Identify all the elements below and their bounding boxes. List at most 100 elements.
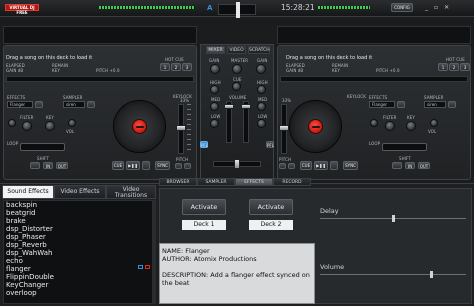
mixer-volume-left[interactable] xyxy=(224,101,234,143)
deck-1-effect-on[interactable] xyxy=(35,101,43,108)
list-item[interactable]: echo xyxy=(6,257,152,265)
deck-2-pitch-down[interactable] xyxy=(279,163,286,169)
deck-2-key2-label: KEY xyxy=(407,115,415,120)
deck-2-effect-select[interactable]: Flanger xyxy=(369,101,395,108)
crossfader[interactable] xyxy=(213,159,261,169)
deck-1-play-button[interactable]: ▶❚❚ xyxy=(126,161,140,170)
volume-slider[interactable] xyxy=(320,271,466,278)
mixer-cue-knob[interactable] xyxy=(232,82,241,91)
mixer-tab-scratch[interactable]: SCRATCH xyxy=(248,46,270,54)
deck-1-hotcue-2[interactable]: 2 xyxy=(171,63,181,71)
deck-2-sampler-select[interactable]: siren xyxy=(424,101,446,108)
deck-1-sampler-play[interactable] xyxy=(87,101,95,108)
deck-1-loop-shift[interactable] xyxy=(30,162,40,169)
deck-2-sampler-vol-knob[interactable] xyxy=(430,119,438,127)
mixer-low-left-knob[interactable] xyxy=(210,119,219,128)
tab-video-effects[interactable]: Video Effects xyxy=(54,185,106,199)
deck-2-loop-in[interactable]: IN xyxy=(405,162,415,169)
deck-1-sync-button[interactable]: SYNC xyxy=(155,161,170,170)
mixer-volume-right[interactable] xyxy=(241,101,251,143)
activate-deck-1-button[interactable]: Activate xyxy=(182,199,226,215)
list-item[interactable]: dsp_Distorter xyxy=(6,225,152,233)
tab-effects[interactable]: EFFECTS xyxy=(235,178,273,186)
deck-2-effect-knob[interactable] xyxy=(370,119,378,127)
mixer-tab-mixer[interactable]: MIXER xyxy=(206,46,225,54)
window-controls[interactable]: _▫✕ xyxy=(425,4,469,12)
deck-1-waveform xyxy=(3,26,197,44)
mixer-master-label: MASTER xyxy=(231,58,249,63)
deck-1-pitch-down[interactable] xyxy=(175,163,182,169)
deck-1-stop-button[interactable] xyxy=(142,161,150,170)
list-item[interactable]: backspin xyxy=(6,201,152,209)
list-item[interactable]: overloop xyxy=(6,289,152,297)
deck-1-hotcue-3[interactable]: 3 xyxy=(182,63,192,71)
deck-1-seekbar[interactable] xyxy=(6,76,194,82)
mixer-master-knob[interactable] xyxy=(232,64,242,74)
deck-2-loop-shift[interactable] xyxy=(392,162,402,169)
activate-deck-2-button[interactable]: Activate xyxy=(249,199,293,215)
mixer-pfl-left[interactable]: PFL xyxy=(200,141,208,148)
tab-sampler[interactable]: SAMPLER xyxy=(197,178,235,186)
deck-1-sampler-select[interactable]: siren xyxy=(63,101,85,108)
deck-2-keylock-pct: 33% xyxy=(282,98,292,103)
deck-2-filter-knob[interactable] xyxy=(385,121,395,131)
deck-1-pitch-up[interactable] xyxy=(184,163,191,169)
list-item[interactable]: dsp_Reverb xyxy=(6,241,152,249)
mixer-med-left-knob[interactable] xyxy=(210,102,219,111)
deck-2-cue-button[interactable]: CUE xyxy=(300,161,312,170)
deck-2-stop-button[interactable] xyxy=(330,161,338,170)
deck-1-vol-label: VOL xyxy=(66,129,75,134)
mixer-high-right-knob[interactable] xyxy=(257,85,266,94)
deck-2-sync-button[interactable]: SYNC xyxy=(343,161,358,170)
tab-record[interactable]: RECORD xyxy=(273,178,311,186)
list-item[interactable]: FlippinDouble xyxy=(6,273,152,281)
list-item[interactable]: dsp_WahWah xyxy=(6,249,152,257)
tab-sound-effects[interactable]: Sound Effects xyxy=(2,185,54,199)
deck-2-effect-on[interactable] xyxy=(397,101,405,108)
deck-1-cue-button[interactable]: CUE xyxy=(112,161,124,170)
deck-1-hotcue-1[interactable]: 1 xyxy=(160,63,170,71)
mixer-high-left-knob[interactable] xyxy=(210,85,219,94)
deck-1-loop-out[interactable]: OUT xyxy=(56,162,68,169)
mixer-pfl-right[interactable]: PFL xyxy=(266,141,274,148)
tab-browser[interactable]: BROWSER xyxy=(159,178,197,186)
list-scrollbar[interactable] xyxy=(152,200,156,304)
deck-2-sampler-play[interactable] xyxy=(448,101,456,108)
deck-2-seekbar[interactable] xyxy=(280,76,468,82)
deck-1-effect-knob[interactable] xyxy=(8,119,16,127)
list-item[interactable]: brake xyxy=(6,217,152,225)
list-item[interactable]: dsp_Phaser xyxy=(6,233,152,241)
deck-2-filter-label: FILTER xyxy=(383,115,397,120)
deck-2-pitch-slider[interactable] xyxy=(279,104,289,154)
config-button[interactable]: CONFIG xyxy=(391,3,413,12)
deck-2-key-knob[interactable] xyxy=(406,121,416,131)
deck-1-key-knob[interactable] xyxy=(45,121,55,131)
mixer-gain-left-knob[interactable] xyxy=(210,64,220,74)
deck-1-loop-in[interactable]: IN xyxy=(43,162,53,169)
deck-1-keylock-pct: 33% xyxy=(180,98,190,103)
mixer-gain-right-knob[interactable] xyxy=(256,64,266,74)
deck-1-filter-knob[interactable] xyxy=(22,121,32,131)
deck-2-hotcue-2[interactable]: 2 xyxy=(449,63,459,71)
mixer-low-right-knob[interactable] xyxy=(257,119,266,128)
delay-slider[interactable] xyxy=(320,215,466,222)
deck-2-hotcue-1[interactable]: 1 xyxy=(438,63,448,71)
mixer-gain-left-label: GAIN xyxy=(209,58,220,63)
deck-2-vol-label: VOL xyxy=(428,129,437,134)
list-item[interactable]: KeyChanger xyxy=(6,281,152,289)
list-item[interactable]: beatgrid xyxy=(6,209,152,217)
deck-1-effect-select[interactable]: Flanger xyxy=(7,101,33,108)
deck-2-hotcue-3[interactable]: 3 xyxy=(460,63,470,71)
deck-1-sampler-vol-knob[interactable] xyxy=(68,119,76,127)
deck-2-play-button[interactable]: ▶❚❚ xyxy=(314,161,328,170)
list-item[interactable]: flanger xyxy=(6,265,152,273)
deck-1-pitch-slider[interactable] xyxy=(176,104,186,154)
mixer-med-right-knob[interactable] xyxy=(257,102,266,111)
tab-video-transitions[interactable]: Video Transitions xyxy=(106,185,156,199)
deck-2-loop-out[interactable]: OUT xyxy=(418,162,430,169)
mixer-tab-video[interactable]: VIDEO xyxy=(227,46,246,54)
deck-2-loop-display xyxy=(382,143,427,151)
crossfader-mini[interactable] xyxy=(218,2,256,18)
deck-2-pitch: PITCH +0.0 xyxy=(376,68,400,73)
deck-2-pitch-up[interactable] xyxy=(288,163,295,169)
